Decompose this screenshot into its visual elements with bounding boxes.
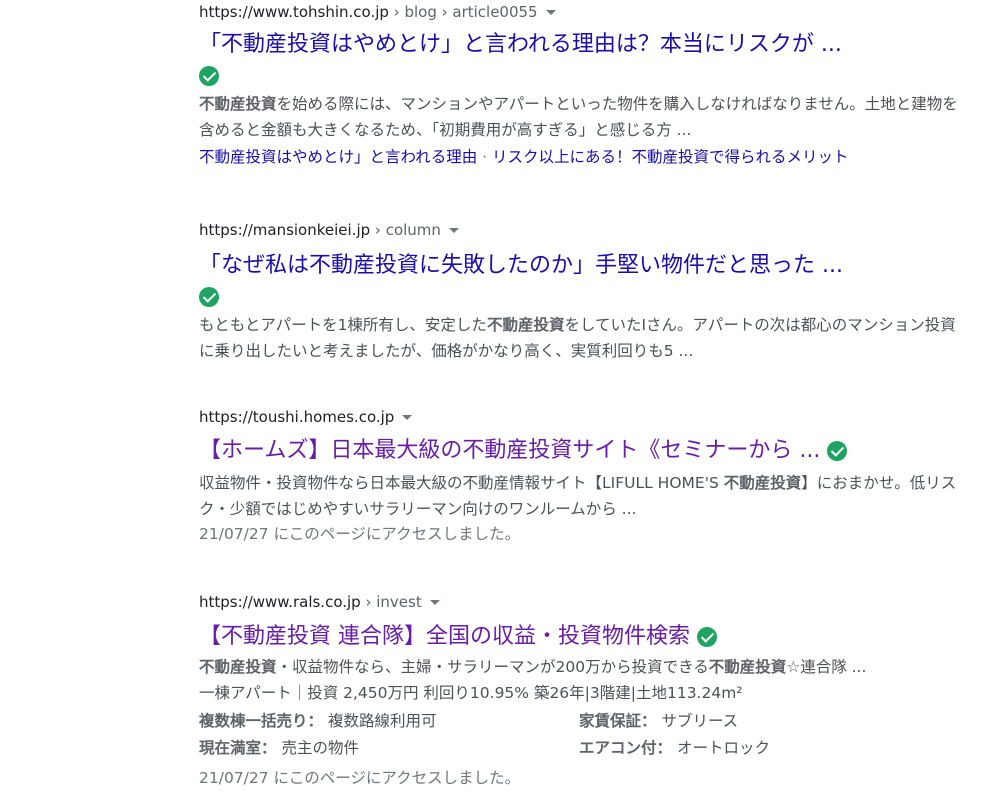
result-title-link[interactable]: 【ホームズ】日本最大級の不動産投資サイト《セミナーから ... [199,435,959,466]
url-host: https://www.rals.co.jp [199,593,361,611]
fact-value: 複数路線利用可 [327,712,437,730]
chevron-down-icon[interactable] [545,10,556,15]
result-title: 「不動産投資はやめとけ」と言われる理由は？本当にリスクが ... [199,32,842,57]
chevron-down-icon[interactable] [448,228,459,233]
visited-date: 21/07/27 にこのページにアクセスしました。 [199,525,521,543]
snippet-text: ・収益物件なら、主婦・サラリーマンが200万から投資できる [276,658,709,676]
url-path: › blog › article0055 [388,3,538,21]
verified-check-icon [827,441,848,461]
fact-label: 家賃保証： [579,712,657,730]
verified-check-icon [199,286,219,307]
url-path: › invest [360,593,422,611]
fact-item: 家賃保証： サブリース [579,708,959,735]
result-snippet: 収益物件・投資物件なら日本最大級の不動産情報サイト【LIFULL HOME'S … [199,470,959,522]
fact-label: 複数棟一括売り： [199,712,324,730]
result-title-link[interactable]: 【不動産投資 連合隊】全国の収益・投資物件検索 [199,621,959,652]
fact-value: 売主の物件 [281,739,359,757]
result-snippet: 不動産投資を始める際には、マンションやアパートといった物件を購入しなければなりま… [199,91,959,143]
snippet-text: もともとアパートを1棟所有し、安定した [199,316,487,334]
result-url[interactable]: https://www.tohshin.co.jp › blog › artic… [199,1,959,23]
visited-date: 21/07/27 にこのページにアクセスしました。 [199,769,521,787]
fact-label: 現在満室： [199,739,277,757]
result-url[interactable]: https://www.rals.co.jp › invest [199,591,959,613]
fact-value: オートロック [676,739,770,757]
snippet-keyword: 不動産投資 [486,316,565,334]
fact-item: 複数棟一括売り： 複数路線利用可 [199,708,579,735]
url-host: https://www.tohshin.co.jp [199,3,389,21]
search-result: https://toushi.homes.co.jp 【ホームズ】日本最大級の不… [199,406,959,546]
result-title: 「なぜ私は不動産投資に失敗したのか」手堅い物件だと思った ... [199,253,843,278]
search-result: https://www.tohshin.co.jp › blog › artic… [199,1,959,169]
snippet-keyword: 不動産投資 [723,474,802,492]
snippet-text: 収益物件・投資物件なら日本最大級の不動産情報サイト【LIFULL HOME'S [199,474,724,492]
sitelinks: 不動産投資はやめとけ」と言われる理由 · リスク以上にある！不動産投資で得られる… [199,145,959,169]
property-facts: 複数棟一括売り： 複数路線利用可 家賃保証： サブリース 現在満室： 売主の物件… [199,708,959,762]
search-result: https://mansionkeiei.jp › column 「なぜ私は不動… [199,219,959,364]
result-title: 【不動産投資 連合隊】全国の収益・投資物件検索 [199,624,690,649]
property-info: 一棟アパート｜投資 2,450万円 利回り10.95% 築26年|3階建|土地1… [199,684,743,702]
result-snippet: もともとアパートを1棟所有し、安定した不動産投資をしていたIさん。アパートの次は… [199,312,959,364]
snippet-text: ☆連合隊 ... [786,658,867,676]
result-snippet: 不動産投資・収益物件なら、主婦・サラリーマンが200万から投資できる不動産投資☆… [199,654,959,680]
url-host: https://toushi.homes.co.jp [199,408,395,426]
result-url[interactable]: https://mansionkeiei.jp › column [199,219,959,241]
fact-value: サブリース [661,712,739,730]
sitelink[interactable]: リスク以上にある！不動産投資で得られるメリット [492,148,849,166]
fact-label: エアコン付： [579,739,673,757]
sitelink-separator: · [477,148,493,166]
chevron-down-icon[interactable] [402,415,413,420]
result-title-link[interactable]: 「なぜ私は不動産投資に失敗したのか」手堅い物件だと思った ... [199,250,959,281]
result-title-link[interactable]: 「不動産投資はやめとけ」と言われる理由は？本当にリスクが ... [199,29,959,60]
url-host: https://mansionkeiei.jp [199,221,371,239]
snippet-keyword: 不動産投資 [199,95,277,113]
fact-item: エアコン付： オートロック [579,735,959,762]
result-title: 【ホームズ】日本最大級の不動産投資サイト《セミナーから ... [199,438,821,463]
snippet-text: を始める際には、マンションやアパートといった物件を購入しなければなりません。土地… [199,95,958,139]
fact-item: 現在満室： 売主の物件 [199,735,579,762]
verified-check-icon [697,627,717,647]
sitelink[interactable]: 不動産投資はやめとけ」と言われる理由 [199,148,477,166]
search-result: https://www.rals.co.jp › invest 【不動産投資 連… [199,591,959,790]
chevron-down-icon[interactable] [429,600,440,605]
result-url[interactable]: https://toushi.homes.co.jp [199,406,959,428]
snippet-keyword: 不動産投資 [708,658,787,676]
verified-check-icon [199,65,219,86]
snippet-keyword: 不動産投資 [199,658,277,676]
url-path: › column [370,221,441,239]
